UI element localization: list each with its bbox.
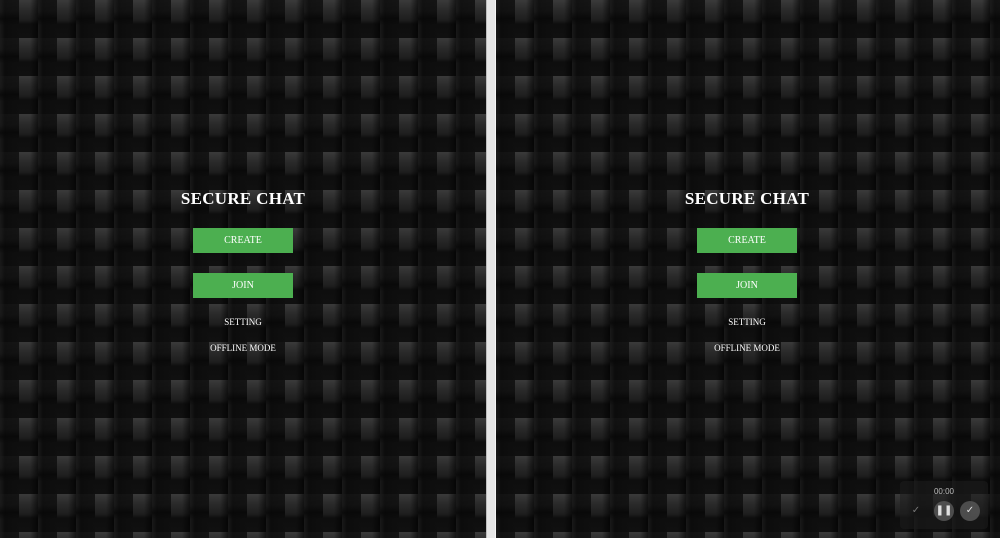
done-checkmark-icon[interactable]: ✓: [960, 501, 980, 521]
recording-timer: 00:00: [933, 487, 955, 496]
main-menu: SECURE CHAT CREATE JOIN SETTING OFFLINE …: [647, 188, 847, 354]
setting-link[interactable]: SETTING: [143, 316, 343, 328]
join-button[interactable]: JOIN: [193, 273, 293, 298]
app-title: SECURE CHAT: [180, 189, 306, 208]
checkmark-icon[interactable]: ✓: [906, 501, 926, 521]
right-device-screen: SECURE CHAT CREATE JOIN SETTING OFFLINE …: [496, 0, 1000, 538]
screen-recorder-widget: 00:00 ✓ ❚❚ ✓: [900, 481, 988, 529]
app-title: SECURE CHAT: [684, 189, 810, 208]
pane-divider: [486, 0, 496, 538]
offline-mode-link[interactable]: OFFLINE MODE: [143, 342, 343, 354]
setting-link[interactable]: SETTING: [647, 316, 847, 328]
create-button[interactable]: CREATE: [193, 228, 293, 253]
create-button[interactable]: CREATE: [697, 228, 797, 253]
left-device-screen: SECURE CHAT CREATE JOIN SETTING OFFLINE …: [0, 0, 486, 538]
join-button[interactable]: JOIN: [697, 273, 797, 298]
pause-icon[interactable]: ❚❚: [934, 501, 954, 521]
main-menu: SECURE CHAT CREATE JOIN SETTING OFFLINE …: [143, 188, 343, 354]
offline-mode-link[interactable]: OFFLINE MODE: [647, 342, 847, 354]
